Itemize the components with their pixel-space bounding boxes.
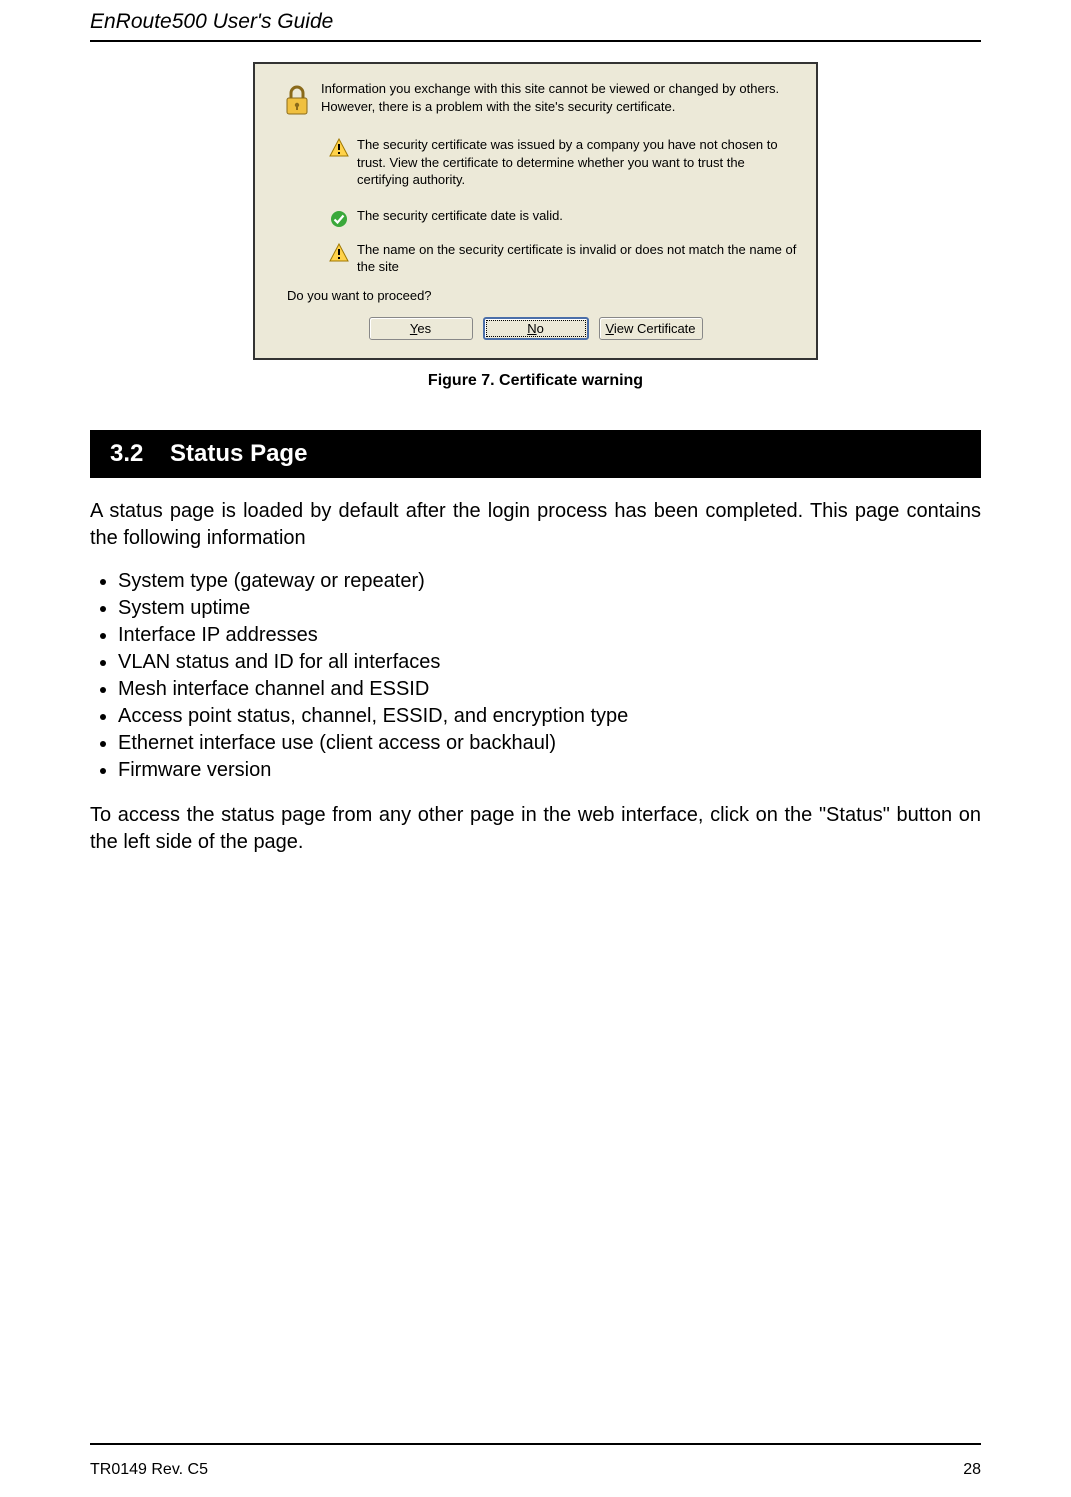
feature-list: System type (gateway or repeater) System… [90,570,981,782]
page-footer: TR0149 Rev. C5 28 [90,1461,981,1479]
dialog-cert-name-text: The name on the security certificate is … [357,241,798,276]
section-number: 3.2 [110,440,143,467]
security-alert-dialog: Information you exchange with this site … [253,62,818,360]
footer-divider [90,1443,981,1445]
page-header: EnRoute500 User's Guide [0,0,1071,34]
warning-icon [321,136,357,158]
list-item: Firmware version [118,759,981,782]
list-item: System uptime [118,597,981,620]
list-item: Access point status, channel, ESSID, and… [118,705,981,728]
figure-caption: Figure 7. Certificate warning [0,372,1071,390]
footer-page-number: 28 [963,1461,981,1479]
dialog-cert-date-text: The security certificate date is valid. [357,207,798,225]
lock-icon [273,80,321,118]
dialog-proceed-text: Do you want to proceed? [287,288,798,303]
warning-icon [321,241,357,263]
no-button[interactable]: No [483,317,589,340]
yes-button[interactable]: Yes [369,317,473,340]
paragraph-2: To access the status page from any other… [90,802,981,856]
view-certificate-button[interactable]: View Certificate [599,317,703,340]
paragraph-1: A status page is loaded by default after… [90,498,981,552]
dialog-button-row: Yes No View Certificate [273,317,798,340]
list-item: Ethernet interface use (client access or… [118,732,981,755]
dialog-intro-text: Information you exchange with this site … [321,80,798,115]
list-item: Mesh interface channel and ESSID [118,678,981,701]
list-item: System type (gateway or repeater) [118,570,981,593]
section-heading: 3.2 Status Page [90,430,981,478]
section-title: Status Page [170,440,307,467]
list-item: VLAN status and ID for all interfaces [118,651,981,674]
check-icon [321,207,357,229]
dialog-cert-issuer-text: The security certificate was issued by a… [357,136,798,189]
list-item: Interface IP addresses [118,624,981,647]
header-divider [90,40,981,42]
footer-revision: TR0149 Rev. C5 [90,1461,208,1479]
